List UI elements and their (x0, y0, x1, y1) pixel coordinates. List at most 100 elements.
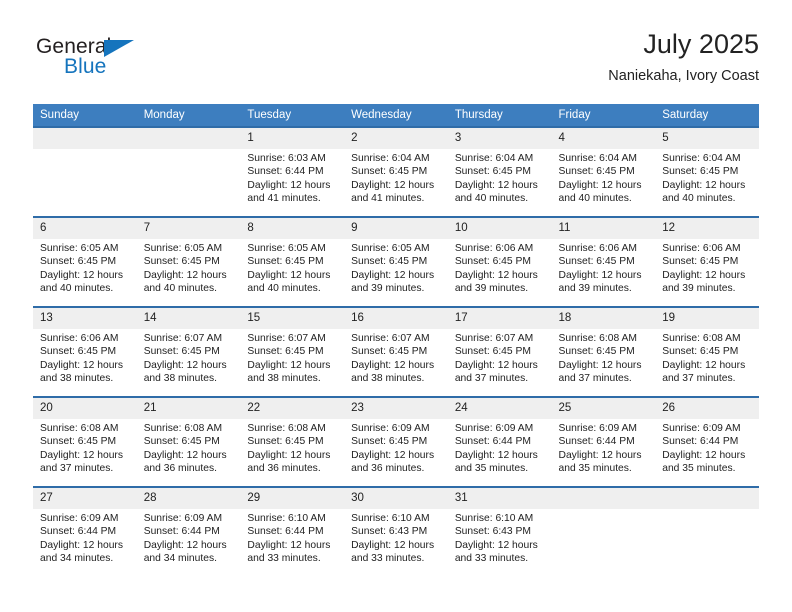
day-details: Sunrise: 6:04 AM Sunset: 6:45 PM Dayligh… (655, 149, 759, 206)
day-cell[interactable]: 4 Sunrise: 6:04 AM Sunset: 6:45 PM Dayli… (551, 126, 656, 217)
day-cell[interactable]: 14 Sunrise: 6:07 AM Sunset: 6:45 PM Dayl… (136, 306, 241, 397)
day-number: 18 (551, 308, 656, 329)
day-details: Sunrise: 6:07 AM Sunset: 6:45 PM Dayligh… (137, 329, 241, 386)
day-number: 19 (655, 308, 759, 329)
day-cell[interactable]: 19 Sunrise: 6:08 AM Sunset: 6:45 PM Dayl… (655, 306, 759, 397)
daylight-text-line1: Daylight: 12 hours (454, 539, 538, 551)
sunset-text: Sunset: 6:45 PM (558, 346, 635, 358)
daylight-text-line2: and 40 minutes. (454, 193, 529, 205)
day-cell[interactable]: 5 Sunrise: 6:04 AM Sunset: 6:45 PM Dayli… (655, 126, 759, 217)
day-cell[interactable]: 10 Sunrise: 6:06 AM Sunset: 6:45 PM Dayl… (447, 216, 552, 307)
daylight-text-line1: Daylight: 12 hours (351, 269, 435, 281)
daylight-text-line2: and 39 minutes. (662, 283, 736, 295)
day-cell[interactable]: 30 Sunrise: 6:10 AM Sunset: 6:43 PM Dayl… (344, 486, 448, 576)
sunrise-text: Sunrise: 6:04 AM (558, 153, 637, 164)
sunset-text: Sunset: 6:45 PM (351, 256, 428, 268)
day-details: Sunrise: 6:06 AM Sunset: 6:45 PM Dayligh… (552, 239, 656, 296)
day-cell[interactable]: 28 Sunrise: 6:09 AM Sunset: 6:44 PM Dayl… (136, 486, 241, 576)
day-cell[interactable]: 22 Sunrise: 6:08 AM Sunset: 6:45 PM Dayl… (240, 396, 345, 487)
day-cell[interactable]: 1 Sunrise: 6:03 AM Sunset: 6:44 PM Dayli… (240, 126, 345, 217)
day-cell[interactable]: 2 Sunrise: 6:04 AM Sunset: 6:45 PM Dayli… (344, 126, 448, 217)
day-details: Sunrise: 6:05 AM Sunset: 6:45 PM Dayligh… (33, 239, 137, 296)
day-cell[interactable]: 3 Sunrise: 6:04 AM Sunset: 6:45 PM Dayli… (447, 126, 552, 217)
sunset-text: Sunset: 6:45 PM (247, 346, 324, 358)
sunset-text: Sunset: 6:45 PM (351, 436, 428, 448)
daylight-text-line1: Daylight: 12 hours (351, 449, 435, 461)
day-number: 3 (447, 128, 552, 149)
day-cell[interactable]: 12 Sunrise: 6:06 AM Sunset: 6:45 PM Dayl… (655, 216, 759, 307)
day-number: 31 (447, 488, 552, 509)
daylight-text-line1: Daylight: 12 hours (558, 179, 642, 191)
sunset-text: Sunset: 6:45 PM (662, 166, 739, 178)
daylight-text-line1: Daylight: 12 hours (662, 269, 746, 281)
sunrise-text: Sunrise: 6:08 AM (247, 423, 326, 434)
sunrise-text: Sunrise: 6:08 AM (662, 333, 741, 344)
day-cell[interactable] (551, 486, 656, 576)
day-number (551, 488, 656, 509)
day-number: 11 (551, 218, 656, 239)
day-cell[interactable]: 8 Sunrise: 6:05 AM Sunset: 6:45 PM Dayli… (240, 216, 345, 307)
day-cell[interactable]: 16 Sunrise: 6:07 AM Sunset: 6:45 PM Dayl… (344, 306, 448, 397)
day-number (655, 488, 759, 509)
sunset-text: Sunset: 6:45 PM (662, 256, 739, 268)
sunset-text: Sunset: 6:43 PM (351, 526, 428, 538)
daylight-text-line1: Daylight: 12 hours (662, 359, 746, 371)
daylight-text-line1: Daylight: 12 hours (351, 539, 435, 551)
calendar-head: Sunday Monday Tuesday Wednesday Thursday… (33, 104, 759, 127)
day-details (552, 509, 656, 512)
day-details: Sunrise: 6:05 AM Sunset: 6:45 PM Dayligh… (344, 239, 448, 296)
daylight-text-line1: Daylight: 12 hours (40, 449, 123, 461)
daylight-text-line2: and 40 minutes. (40, 283, 114, 295)
day-cell[interactable]: 17 Sunrise: 6:07 AM Sunset: 6:45 PM Dayl… (447, 306, 552, 397)
daylight-text-line1: Daylight: 12 hours (454, 179, 538, 191)
day-cell[interactable]: 11 Sunrise: 6:06 AM Sunset: 6:45 PM Dayl… (551, 216, 656, 307)
day-cell[interactable] (655, 486, 759, 576)
daylight-text-line1: Daylight: 12 hours (247, 359, 331, 371)
day-cell[interactable]: 31 Sunrise: 6:10 AM Sunset: 6:43 PM Dayl… (447, 486, 552, 576)
day-details: Sunrise: 6:04 AM Sunset: 6:45 PM Dayligh… (552, 149, 656, 206)
day-number: 20 (33, 398, 137, 419)
sunrise-text: Sunrise: 6:05 AM (247, 243, 326, 254)
page-header: General Blue July 2025 Naniekaha, Ivory … (33, 28, 759, 98)
day-cell[interactable]: 20 Sunrise: 6:08 AM Sunset: 6:45 PM Dayl… (33, 396, 137, 487)
day-cell[interactable]: 15 Sunrise: 6:07 AM Sunset: 6:45 PM Dayl… (240, 306, 345, 397)
day-details: Sunrise: 6:08 AM Sunset: 6:45 PM Dayligh… (655, 329, 759, 386)
day-details: Sunrise: 6:08 AM Sunset: 6:45 PM Dayligh… (33, 419, 137, 476)
day-cell[interactable]: 21 Sunrise: 6:08 AM Sunset: 6:45 PM Dayl… (136, 396, 241, 487)
day-cell[interactable]: 9 Sunrise: 6:05 AM Sunset: 6:45 PM Dayli… (344, 216, 448, 307)
sunset-text: Sunset: 6:45 PM (40, 256, 117, 268)
general-blue-logo[interactable]: General Blue (36, 36, 166, 84)
day-cell[interactable] (136, 126, 241, 217)
day-details (33, 149, 137, 152)
day-details (137, 149, 241, 152)
day-cell[interactable] (33, 126, 137, 217)
sunrise-text: Sunrise: 6:10 AM (247, 513, 326, 524)
day-cell[interactable]: 13 Sunrise: 6:06 AM Sunset: 6:45 PM Dayl… (33, 306, 137, 397)
day-cell[interactable]: 18 Sunrise: 6:08 AM Sunset: 6:45 PM Dayl… (551, 306, 656, 397)
daylight-text-line1: Daylight: 12 hours (558, 269, 642, 281)
sunrise-text: Sunrise: 6:08 AM (143, 423, 223, 434)
day-cell[interactable]: 26 Sunrise: 6:09 AM Sunset: 6:44 PM Dayl… (655, 396, 759, 487)
day-cell[interactable]: 29 Sunrise: 6:10 AM Sunset: 6:44 PM Dayl… (240, 486, 345, 576)
sunrise-text: Sunrise: 6:05 AM (351, 243, 430, 254)
day-number: 10 (447, 218, 552, 239)
sunset-text: Sunset: 6:44 PM (558, 436, 635, 448)
day-cell[interactable]: 23 Sunrise: 6:09 AM Sunset: 6:45 PM Dayl… (344, 396, 448, 487)
day-cell[interactable]: 25 Sunrise: 6:09 AM Sunset: 6:44 PM Dayl… (551, 396, 656, 487)
sunset-text: Sunset: 6:45 PM (143, 436, 220, 448)
daylight-text-line1: Daylight: 12 hours (143, 449, 227, 461)
sunrise-text: Sunrise: 6:07 AM (143, 333, 223, 344)
weekday-header-thursday: Thursday (447, 104, 552, 127)
daylight-text-line1: Daylight: 12 hours (40, 359, 123, 371)
day-cell[interactable]: 7 Sunrise: 6:05 AM Sunset: 6:45 PM Dayli… (136, 216, 241, 307)
daylight-text-line2: and 36 minutes. (247, 463, 321, 475)
day-cell[interactable]: 27 Sunrise: 6:09 AM Sunset: 6:44 PM Dayl… (33, 486, 137, 576)
day-details: Sunrise: 6:08 AM Sunset: 6:45 PM Dayligh… (240, 419, 344, 476)
day-cell[interactable]: 24 Sunrise: 6:09 AM Sunset: 6:44 PM Dayl… (447, 396, 552, 487)
title-block: July 2025 Naniekaha, Ivory Coast (608, 28, 759, 86)
day-cell[interactable]: 6 Sunrise: 6:05 AM Sunset: 6:45 PM Dayli… (33, 216, 137, 307)
sunset-text: Sunset: 6:44 PM (662, 436, 739, 448)
day-number: 6 (33, 218, 137, 239)
calendar-page: General Blue July 2025 Naniekaha, Ivory … (0, 0, 792, 612)
day-details: Sunrise: 6:08 AM Sunset: 6:45 PM Dayligh… (137, 419, 241, 476)
